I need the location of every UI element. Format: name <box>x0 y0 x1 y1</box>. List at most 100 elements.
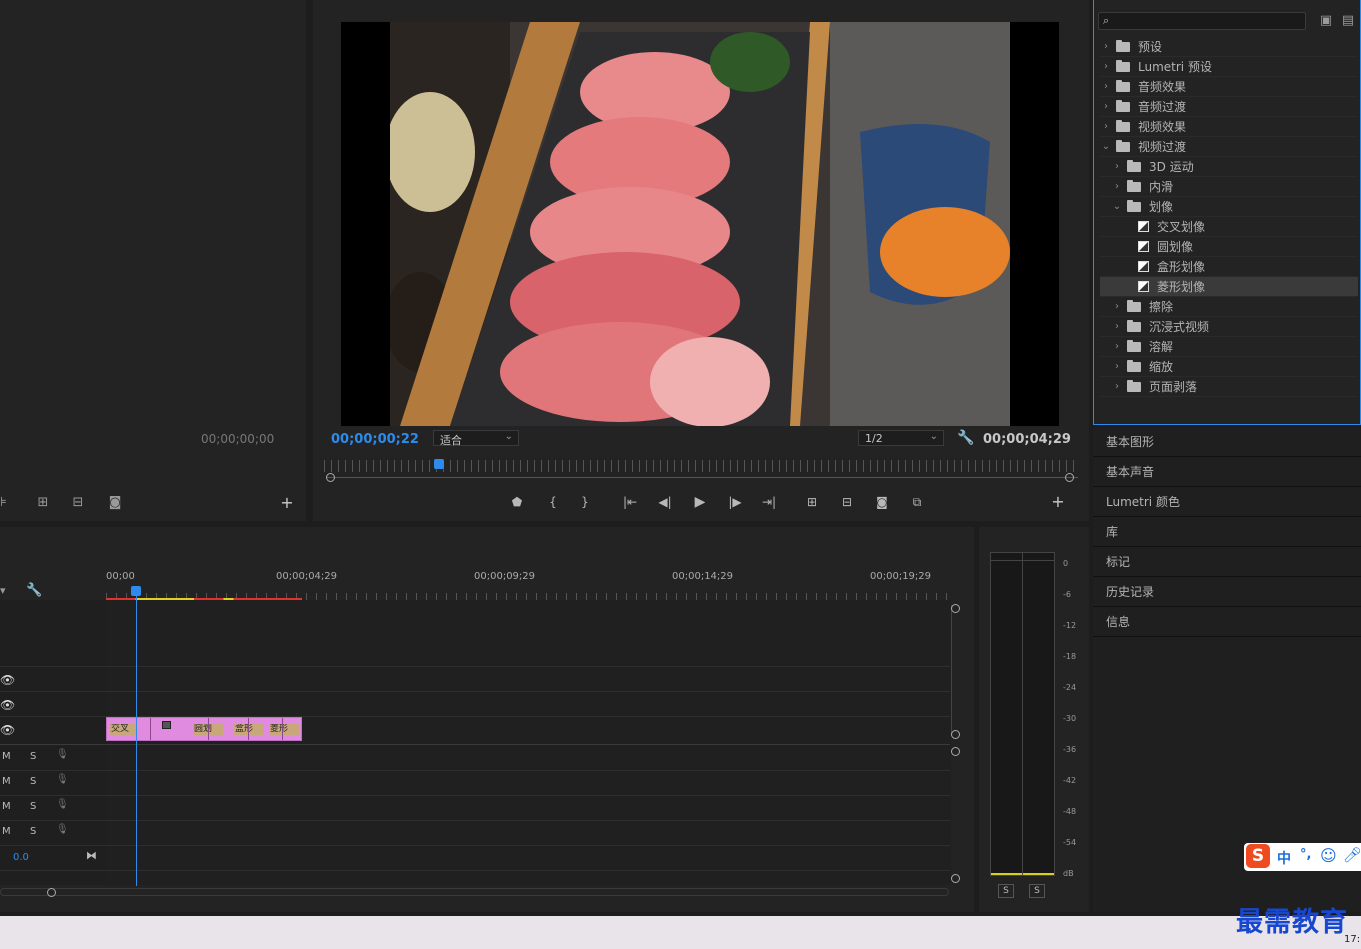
chevron-right-icon[interactable]: › <box>1100 41 1112 52</box>
chevron-right-icon[interactable]: › <box>1100 61 1112 72</box>
timeline-settings-wrench-icon[interactable]: 🔧 <box>26 584 42 597</box>
source-overwrite-icon[interactable]: ⊟ <box>69 496 87 509</box>
effects-tree-item[interactable]: › 3D 运动 <box>1100 157 1358 177</box>
mark-out-icon[interactable]: } <box>576 494 594 510</box>
go-to-out-icon[interactable]: ⇥| <box>760 494 778 510</box>
chevron-right-icon[interactable]: › <box>1100 101 1112 112</box>
effects-tree-item[interactable]: › 溶解 <box>1100 337 1358 357</box>
master-volume-value[interactable]: 0.0 <box>13 852 29 863</box>
ime-punct[interactable]: °, <box>1300 847 1311 862</box>
emoji-icon[interactable]: ☺ <box>1320 846 1337 865</box>
comparison-view-icon[interactable]: ⧉ <box>908 494 926 510</box>
effects-tree-item[interactable]: › 内滑 <box>1100 177 1358 197</box>
chevron-right-icon[interactable]: › <box>1111 321 1123 332</box>
solo-button[interactable]: S <box>30 826 36 837</box>
export-frame-icon[interactable]: ◙ <box>873 494 891 510</box>
panel-tab[interactable]: 基本声音 <box>1093 457 1361 487</box>
v1-eye-icon[interactable]: 👁 <box>0 723 15 737</box>
32bit-effects-icon[interactable]: ▤ <box>1340 14 1356 27</box>
master-link-icon[interactable]: ⧓ <box>86 849 97 862</box>
resolution-dropdown[interactable]: 1/2 ⌄ <box>858 430 944 446</box>
solo-right-button[interactable]: S <box>1029 884 1045 898</box>
chevron-right-icon[interactable]: › <box>1111 361 1123 372</box>
source-export-frame-icon[interactable]: ◙ <box>106 496 124 509</box>
chevron-right-icon[interactable]: › <box>1111 181 1123 192</box>
effects-tree-item[interactable]: 盒形划像 <box>1100 257 1358 277</box>
zoom-handle-left[interactable] <box>326 473 335 482</box>
scroll-handle[interactable] <box>951 604 960 613</box>
chevron-right-icon[interactable]: › <box>1100 121 1112 132</box>
scroll-handle[interactable] <box>951 747 960 756</box>
v3-eye-icon[interactable]: 👁 <box>0 673 15 687</box>
transition-label-3[interactable]: 盒形 <box>234 724 264 735</box>
source-lift-icon[interactable]: ⊞ <box>34 496 52 509</box>
scroll-handle[interactable] <box>951 874 960 883</box>
zoom-handle-right[interactable] <box>1065 473 1074 482</box>
effects-search-input[interactable]: ⌕ <box>1098 12 1306 30</box>
ime-toolbar[interactable]: S 中 °, ☺ 🎤︎ <box>1244 843 1361 871</box>
video-vertical-scrollbar[interactable] <box>951 605 959 735</box>
voiceover-record-icon[interactable]: 🎙︎ <box>56 799 69 810</box>
panel-tab[interactable]: 信息 <box>1093 607 1361 637</box>
effects-tree-item[interactable]: 圆划像 <box>1100 237 1358 257</box>
play-icon[interactable]: ▶ <box>691 494 709 510</box>
chevron-right-icon[interactable]: › <box>1111 301 1123 312</box>
program-current-timecode[interactable]: 00;00;00;22 <box>331 432 419 447</box>
panel-tab[interactable]: 历史记录 <box>1093 577 1361 607</box>
transition-label-4[interactable]: 菱形 <box>269 724 299 735</box>
panel-tab[interactable]: Lumetri 颜色 <box>1093 487 1361 517</box>
effects-tree-item[interactable]: › 缩放 <box>1100 357 1358 377</box>
source-add-button[interactable]: + <box>280 495 294 511</box>
voiceover-record-icon[interactable]: 🎙︎ <box>56 749 69 760</box>
effects-tree-item[interactable]: 菱形划像 <box>1100 277 1358 297</box>
mute-button[interactable]: M <box>2 801 11 812</box>
step-back-icon[interactable]: ◀| <box>656 494 674 510</box>
solo-button[interactable]: S <box>30 751 36 762</box>
effects-tree-item[interactable]: ⌄ 视频过渡 <box>1100 137 1358 157</box>
chevron-right-icon[interactable]: › <box>1111 341 1123 352</box>
lift-icon[interactable]: ⊞ <box>803 494 821 510</box>
settings-wrench-icon[interactable]: 🔧 <box>957 431 974 445</box>
effects-tree-item[interactable]: › 沉浸式视频 <box>1100 317 1358 337</box>
effects-tree-item[interactable]: › 视频效果 <box>1100 117 1358 137</box>
marker-icon[interactable]: ▾ <box>0 585 6 596</box>
transition-label-1[interactable]: 交叉 <box>110 724 138 735</box>
chevron-down-icon[interactable]: ⌄ <box>1111 201 1123 212</box>
program-add-button[interactable]: + <box>1049 494 1067 510</box>
scroll-handle[interactable] <box>951 730 960 739</box>
source-timecode[interactable]: 00;00;00;00 <box>201 432 274 446</box>
solo-left-button[interactable]: S <box>998 884 1014 898</box>
effects-tree-item[interactable]: › Lumetri 预设 <box>1100 57 1358 77</box>
microphone-icon[interactable]: 🎤︎ <box>1343 846 1361 864</box>
mute-button[interactable]: M <box>2 751 11 762</box>
effects-tree-item[interactable]: › 音频效果 <box>1100 77 1358 97</box>
voiceover-record-icon[interactable]: 🎙︎ <box>56 824 69 835</box>
chevron-down-icon[interactable]: ⌄ <box>1100 141 1112 152</box>
go-to-in-icon[interactable]: |⇤ <box>621 494 639 510</box>
horizontal-scroll-handle[interactable] <box>47 888 56 897</box>
chevron-right-icon[interactable]: › <box>1111 161 1123 172</box>
mute-button[interactable]: M <box>2 826 11 837</box>
ime-lang[interactable]: 中 <box>1277 848 1291 868</box>
panel-tab[interactable]: 基本图形 <box>1093 427 1361 457</box>
solo-button[interactable]: S <box>30 776 36 787</box>
program-playhead[interactable] <box>433 459 444 469</box>
v2-eye-icon[interactable]: 👁 <box>0 698 15 712</box>
effects-tree-item[interactable]: ⌄ 划像 <box>1100 197 1358 217</box>
mark-in-icon[interactable]: { <box>544 494 562 510</box>
effects-tree-item[interactable]: › 擦除 <box>1100 297 1358 317</box>
source-insert-icon[interactable]: ⊧ <box>0 496 7 509</box>
accelerated-effects-icon[interactable]: ▣ <box>1318 14 1334 27</box>
effects-tree-item[interactable]: 交叉划像 <box>1100 217 1358 237</box>
effects-tree-item[interactable]: › 音频过渡 <box>1100 97 1358 117</box>
effects-tree-item[interactable]: › 预设 <box>1100 37 1358 57</box>
panel-tab[interactable]: 库 <box>1093 517 1361 547</box>
effects-tree-item[interactable]: › 页面剥落 <box>1100 377 1358 397</box>
step-forward-icon[interactable]: |▶ <box>726 494 744 510</box>
panel-tab[interactable]: 标记 <box>1093 547 1361 577</box>
chevron-right-icon[interactable]: › <box>1100 81 1112 92</box>
fit-dropdown[interactable]: 适合 ⌄ <box>433 430 519 447</box>
video-frame[interactable] <box>341 22 1059 426</box>
voiceover-record-icon[interactable]: 🎙︎ <box>56 774 69 785</box>
add-marker-icon[interactable]: ⬟ <box>508 494 526 510</box>
